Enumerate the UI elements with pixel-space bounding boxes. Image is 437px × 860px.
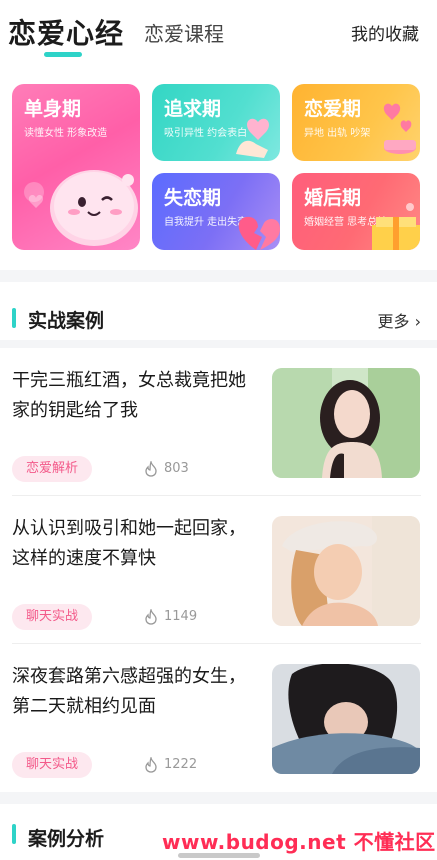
article-item[interactable]: 从认识到吸引和她一起回家，这样的速度不算快 聊天实战 1149 bbox=[0, 496, 437, 644]
view-count-value: 1222 bbox=[164, 757, 198, 772]
view-count: 803 bbox=[144, 456, 189, 482]
article-headline: 从认识到吸引和她一起回家，这样的速度不算快 bbox=[12, 518, 246, 569]
view-count: 1222 bbox=[144, 752, 197, 778]
article-tag: 聊天实战 bbox=[12, 604, 93, 630]
section-accent-bar bbox=[12, 824, 16, 844]
watermark: www.budog.net 不懂社区 bbox=[162, 830, 436, 854]
article-thumbnail bbox=[272, 664, 420, 774]
section-title: 实战案例 bbox=[28, 310, 105, 332]
my-favorites-link[interactable]: 我的收藏 bbox=[351, 20, 419, 45]
view-count-value: 803 bbox=[164, 461, 189, 476]
article-tag: 恋爱解析 bbox=[12, 456, 93, 482]
view-count-value: 1149 bbox=[164, 609, 198, 624]
category-grid: 单身期 读懂女性 形象改造 追求期 吸引异性 约会表白 恋爱期 异地 出轨 吵架 bbox=[0, 72, 437, 270]
cases-section-header: 实战案例 更多 › bbox=[0, 282, 437, 340]
article-thumbnail bbox=[272, 368, 420, 478]
section-accent-bar bbox=[12, 308, 16, 328]
tab-love-courses[interactable]: 恋爱课程 bbox=[144, 18, 224, 47]
category-card-single[interactable]: 单身期 读懂女性 形象改造 bbox=[12, 84, 140, 250]
category-card-pursuit[interactable]: 追求期 吸引异性 约会表白 bbox=[152, 84, 280, 161]
tab-active-indicator bbox=[44, 52, 82, 57]
article-tag: 聊天实战 bbox=[12, 752, 93, 778]
hearts-box-icon bbox=[383, 103, 416, 154]
article-item[interactable]: 干完三瓶红酒，女总裁竟把她家的钥匙给了我 恋爱解析 803 bbox=[0, 348, 437, 496]
tab-love-tips[interactable]: 恋爱心经 bbox=[8, 12, 124, 52]
flame-icon bbox=[145, 460, 157, 477]
top-tab-bar: 恋爱心经 恋爱课程 我的收藏 bbox=[0, 0, 437, 72]
flame-icon bbox=[145, 756, 157, 773]
heart-hand-icon bbox=[236, 118, 269, 158]
section-title: 案例分析 bbox=[28, 828, 105, 850]
flame-icon bbox=[145, 608, 157, 625]
article-headline: 干完三瓶红酒，女总裁竟把她家的钥匙给了我 bbox=[12, 370, 246, 421]
home-indicator bbox=[178, 853, 260, 858]
category-card-married[interactable]: 婚后期 婚姻经营 思考总结 bbox=[292, 173, 420, 250]
more-link[interactable]: 更多 › bbox=[378, 308, 422, 332]
article-item[interactable]: 深夜套路第六感超强的女生，第二天就相约见面 聊天实战 1222 bbox=[0, 644, 437, 792]
category-card-dating[interactable]: 恋爱期 异地 出轨 吵架 bbox=[292, 84, 420, 161]
category-card-breakup[interactable]: 失恋期 自我提升 走出失恋 bbox=[152, 173, 280, 250]
article-headline: 深夜套路第六感超强的女生，第二天就相约见面 bbox=[12, 666, 246, 717]
article-thumbnail bbox=[272, 516, 420, 626]
gift-icon bbox=[372, 203, 420, 250]
mascot-illustration bbox=[24, 170, 138, 246]
broken-heart-icon bbox=[238, 216, 280, 250]
view-count: 1149 bbox=[144, 604, 197, 630]
